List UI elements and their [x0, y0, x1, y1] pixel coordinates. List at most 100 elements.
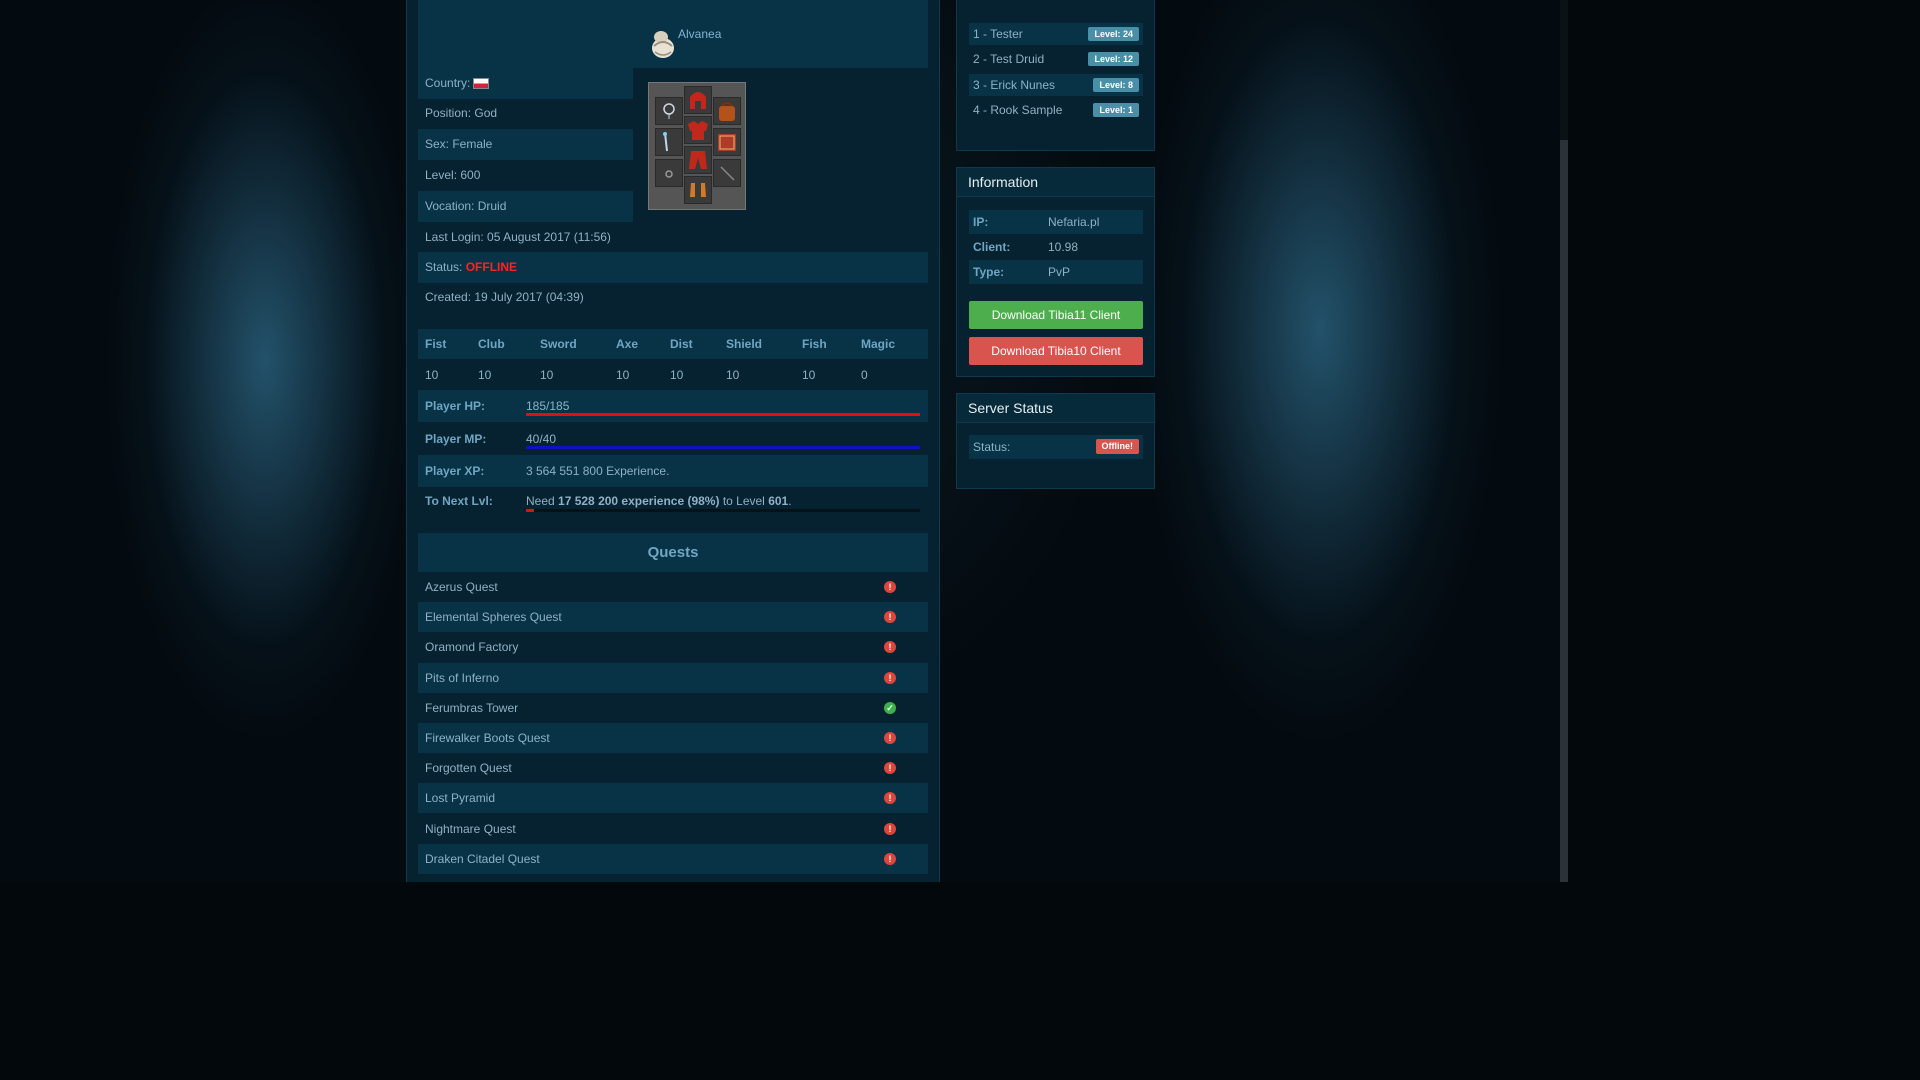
server-status-label: Status: [973, 440, 1011, 454]
ring-icon [665, 170, 673, 178]
boots-slot [684, 176, 712, 204]
quest-name: Lost Pyramid [425, 791, 496, 806]
next-level-amount: 17 528 200 experience (98%) [558, 494, 720, 508]
quest-name: Pits of Inferno [425, 670, 500, 685]
xp-label: Player XP: [425, 464, 485, 478]
quest-incomplete-icon: ! [884, 581, 896, 593]
next-level-end: . [788, 494, 792, 508]
quest-incomplete-icon: ! [884, 732, 896, 744]
skill-value-magic: 0 [861, 368, 868, 382]
top-player-item[interactable]: 4 - Rook Sample Level: 1 [969, 99, 1143, 121]
top-player-level-badge: Level: 8 [1093, 77, 1139, 92]
top-players-panel: 1 - Tester Level: 24 2 - Test Druid Level: … [956, 0, 1155, 151]
quest-name: Firewalker Boots Quest [425, 731, 550, 745]
quest-row: Lost Pyramid! [418, 783, 928, 814]
ammo-icon [720, 166, 735, 181]
equipment-panel [648, 82, 746, 210]
ip-label: IP: [973, 215, 989, 229]
client-row: Client: 10.98 [969, 235, 1143, 259]
spellbook-icon [718, 134, 736, 151]
player-xp-row: Player XP: 3 564 551 800 Experience. [418, 455, 928, 487]
skill-header-magic: Magic [861, 337, 896, 351]
status-row: Status: OFFLINE [418, 252, 928, 283]
next-level-bar [526, 509, 920, 512]
page-scrollbar[interactable] [1560, 0, 1568, 882]
hp-value: 185/185 [526, 399, 570, 413]
boots-icon [690, 183, 706, 197]
download-tibia11-button[interactable]: Download Tibia11 Client [969, 301, 1143, 329]
client-value: 10.98 [1048, 240, 1079, 254]
legs-slot [684, 146, 712, 174]
hp-label: Player HP: [425, 399, 486, 413]
top-player-item[interactable]: 1 - Tester Level: 24 [969, 23, 1143, 45]
type-row: Type: PvP [969, 260, 1143, 284]
next-level-row: To Next Lvl: Need 17 528 200 experience … [418, 485, 928, 517]
quest-name: Draken Citadel Quest [425, 851, 540, 866]
scrollbar-thumb[interactable] [1560, 140, 1568, 882]
armor-icon [688, 121, 708, 140]
quest-row: Oramond Factory! [418, 632, 928, 662]
country-row: Country: [418, 68, 633, 99]
top-player-name[interactable]: 1 - Tester [973, 27, 1023, 41]
wand-icon [663, 132, 668, 152]
skill-header-dist: Dist [670, 337, 693, 351]
poland-flag-icon [473, 78, 490, 90]
quest-incomplete-icon: ! [884, 671, 896, 684]
helmet-icon [690, 92, 706, 109]
status-label: Status: [425, 260, 463, 274]
helmet-slot [684, 86, 712, 114]
top-player-level-badge: Level: 12 [1088, 52, 1139, 67]
mp-bar [526, 446, 920, 449]
character-name[interactable]: Alvanea [678, 27, 721, 41]
top-player-level-badge: Level: 1 [1093, 102, 1139, 117]
top-player-name[interactable]: 3 - Erick Nunes [973, 78, 1055, 92]
skill-header-sword: Sword [540, 337, 577, 351]
skills-values: 10 10 10 10 10 10 10 0 [418, 360, 928, 390]
level-row: Level: 600 [425, 168, 481, 182]
quest-row: Firewalker Boots Quest! [418, 723, 928, 753]
quest-name: Oramond Factory [425, 640, 519, 655]
skill-header-fist: Fist [425, 337, 447, 351]
ring-slot [655, 159, 683, 187]
hp-bar-fill [526, 413, 920, 416]
server-status-panel: Server Status Status: Offline! [956, 393, 1155, 489]
type-label: Type: [973, 265, 1005, 279]
server-status-title: Server Status [957, 394, 1154, 423]
server-status-row: Status: Offline! [969, 435, 1143, 459]
character-outfit-icon [652, 31, 674, 58]
skill-value-fist: 10 [425, 368, 439, 382]
information-panel: Information IP: Nefaria.pl Client: 10.98… [956, 167, 1155, 377]
quest-row: Azerus Quest! [418, 572, 928, 602]
quest-row: Ferumbras Tower ✓ [418, 693, 928, 723]
sex-row: Sex: Female [418, 129, 633, 160]
hp-bar [526, 413, 920, 416]
top-player-item[interactable]: 2 - Test Druid Level: 12 [969, 48, 1143, 70]
next-level-bar-fill [526, 509, 534, 512]
next-level-text: Need 17 528 200 experience (98%) to Leve… [526, 494, 792, 508]
quest-row: Draken Citadel Quest! [418, 843, 928, 874]
download-tibia10-button[interactable]: Download Tibia10 Client [969, 337, 1143, 365]
next-level-number: 601 [768, 494, 789, 508]
type-value: PvP [1048, 265, 1071, 279]
backpack-icon [719, 102, 735, 121]
skills-header: Fist Club Sword Axe Dist Shield Fish Mag… [418, 329, 928, 359]
quest-row: Pits of Inferno! [418, 662, 928, 693]
top-player-item[interactable]: 3 - Erick Nunes Level: 8 [969, 73, 1143, 96]
top-player-name[interactable]: 4 - Rook Sample [973, 103, 1062, 117]
next-level-pre: Need [526, 494, 559, 508]
quest-incomplete-icon: ! [884, 641, 896, 654]
quest-complete-icon: ✓ [884, 701, 896, 714]
client-label: Client: [973, 240, 1011, 254]
skill-value-axe: 10 [616, 368, 630, 382]
quest-row: Elemental Spheres Quest! [418, 602, 928, 633]
ip-value: Nefaria.pl [1048, 215, 1100, 229]
quest-name: Forgotten Quest [425, 761, 512, 776]
quest-incomplete-icon: ! [884, 762, 896, 775]
player-hp-row: Player HP: 185/185 [418, 390, 928, 422]
quests-title: Quests [418, 533, 928, 572]
information-title: Information [957, 168, 1154, 197]
quest-name: Elemental Spheres Quest [425, 610, 562, 625]
position-row: Position: God [425, 106, 498, 120]
country-label: Country: [425, 76, 471, 90]
top-player-name[interactable]: 2 - Test Druid [973, 52, 1044, 66]
